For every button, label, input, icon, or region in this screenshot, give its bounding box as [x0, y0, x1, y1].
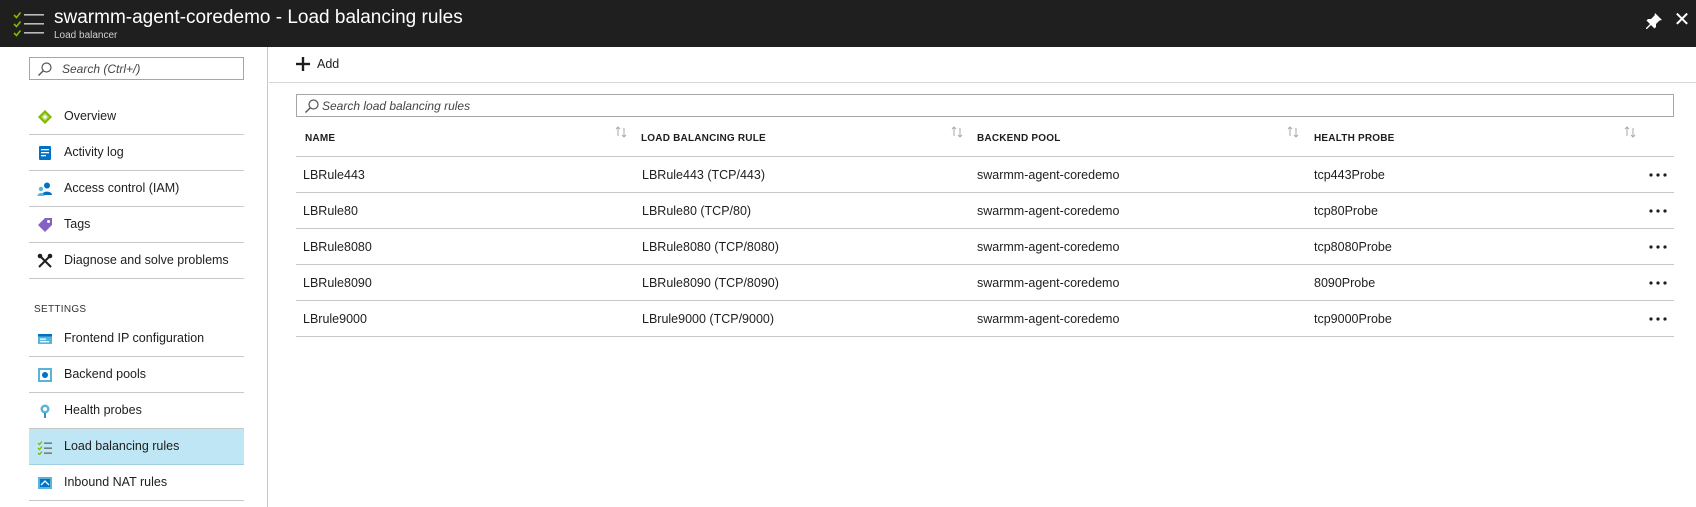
- sidebar-item-label: Access control (IAM): [64, 181, 180, 195]
- sidebar-item-activity-log[interactable]: Activity log: [29, 135, 244, 171]
- table-row[interactable]: LBrule9000 LBrule9000 (TCP/9000) swarmm-…: [296, 301, 1674, 337]
- plus-icon: [296, 57, 310, 71]
- table-row[interactable]: LBRule443 LBRule443 (TCP/443) swarmm-age…: [296, 157, 1674, 193]
- column-header-health-probe[interactable]: HEALTH PROBE: [1305, 119, 1642, 157]
- hamburger-checklist-icon[interactable]: [12, 10, 46, 38]
- search-icon: [38, 62, 52, 76]
- cell-backend-pool: swarmm-agent-coredemo: [977, 312, 1120, 326]
- sidebar-search[interactable]: [29, 57, 244, 80]
- cell-name: LBRule80: [303, 204, 358, 218]
- sidebar-item-access-control[interactable]: Access control (IAM): [29, 171, 244, 207]
- sidebar-item-overview[interactable]: Overview: [29, 99, 244, 135]
- sidebar-item-tags[interactable]: Tags: [29, 207, 244, 243]
- wrench-icon: [37, 253, 53, 268]
- cell-backend-pool: swarmm-agent-coredemo: [977, 276, 1120, 290]
- table-row[interactable]: LBRule80 LBRule80 (TCP/80) swarmm-agent-…: [296, 193, 1674, 229]
- cell-rule: LBRule443 (TCP/443): [642, 168, 765, 182]
- column-header-backend-pool[interactable]: BACKEND POOL: [968, 119, 1305, 157]
- close-icon[interactable]: ✕: [1672, 9, 1692, 31]
- cell-rule: LBRule8090 (TCP/8090): [642, 276, 779, 290]
- sort-icon[interactable]: [614, 126, 628, 138]
- sidebar-item-label: Overview: [64, 109, 117, 123]
- inbound-nat-icon: [38, 477, 52, 489]
- sidebar-item-label: Inbound NAT rules: [64, 475, 168, 489]
- rules-search[interactable]: [296, 94, 1674, 117]
- sidebar-item-load-balancing-rules[interactable]: Load balancing rules: [29, 429, 244, 465]
- cell-rule: LBrule9000 (TCP/9000): [642, 312, 775, 326]
- sidebar-item-label: Health probes: [64, 403, 142, 417]
- sidebar-item-label: Diagnose and solve problems: [64, 253, 229, 267]
- load-balancing-rules-icon: [37, 441, 52, 455]
- cell-name: LBRule443: [303, 168, 365, 182]
- cell-backend-pool: swarmm-agent-coredemo: [977, 240, 1120, 254]
- more-options-icon[interactable]: [1648, 273, 1668, 289]
- sidebar-item-label: Backend pools: [64, 367, 147, 381]
- cell-health-probe: tcp80Probe: [1314, 204, 1378, 218]
- frontend-ip-icon: [38, 334, 52, 344]
- sort-icon[interactable]: [950, 126, 964, 138]
- cell-rule: LBRule80 (TCP/80): [642, 204, 752, 218]
- main-content: Add NAME LOAD BALANCING RULE BACKEND POO…: [269, 47, 1696, 507]
- settings-section-label: SETTINGS: [34, 304, 87, 315]
- cell-backend-pool: swarmm-agent-coredemo: [977, 204, 1120, 218]
- sidebar-search-input[interactable]: [62, 60, 240, 77]
- backend-pool-icon: [38, 368, 52, 382]
- table-row[interactable]: LBRule8080 LBRule8080 (TCP/8080) swarmm-…: [296, 229, 1674, 265]
- cell-health-probe: tcp443Probe: [1314, 168, 1385, 182]
- cell-name: LBRule8080: [303, 240, 372, 254]
- cell-name: LBrule9000: [303, 312, 367, 326]
- sidebar-item-label: Frontend IP configuration: [64, 331, 205, 345]
- health-probe-icon: [40, 404, 50, 418]
- more-options-icon[interactable]: [1648, 201, 1668, 217]
- column-header-rule[interactable]: LOAD BALANCING RULE: [632, 119, 968, 157]
- cell-name: LBRule8090: [303, 276, 372, 290]
- access-control-icon: [37, 182, 52, 196]
- sidebar-item-label: Activity log: [64, 145, 124, 159]
- sort-icon[interactable]: [1623, 126, 1637, 138]
- sidebar-item-inbound-nat[interactable]: Inbound NAT rules: [29, 465, 244, 501]
- column-header-label: LOAD BALANCING RULE: [641, 133, 766, 144]
- sidebar-item-frontend-ip[interactable]: Frontend IP configuration: [29, 321, 244, 357]
- tag-icon: [38, 218, 52, 232]
- sidebar-item-label: Tags: [64, 217, 91, 231]
- cell-health-probe: tcp8080Probe: [1314, 240, 1392, 254]
- title-bar: swarmm-agent-coredemo - Load balancing r…: [0, 0, 1696, 47]
- column-header-label: NAME: [305, 133, 336, 144]
- overview-icon: [38, 110, 52, 124]
- page-subtitle: Load balancer: [54, 30, 118, 41]
- more-options-icon[interactable]: [1648, 237, 1668, 253]
- sidebar-item-label: Load balancing rules: [64, 439, 180, 453]
- table-header: NAME LOAD BALANCING RULE BACKEND POOL HE…: [296, 119, 1674, 157]
- page-title: swarmm-agent-coredemo - Load balancing r…: [54, 7, 463, 28]
- pin-icon[interactable]: [1644, 11, 1664, 31]
- sort-icon[interactable]: [1286, 126, 1300, 138]
- sidebar: Overview Activity log Access control (IA…: [0, 47, 268, 507]
- sidebar-item-diagnose[interactable]: Diagnose and solve problems: [29, 243, 244, 279]
- sidebar-item-health-probes[interactable]: Health probes: [29, 393, 244, 429]
- more-options-icon[interactable]: [1648, 165, 1668, 181]
- cell-health-probe: 8090Probe: [1314, 276, 1376, 290]
- search-icon: [305, 99, 319, 113]
- column-header-name[interactable]: NAME: [296, 119, 632, 157]
- table-row[interactable]: LBRule8090 LBRule8090 (TCP/8090) swarmm-…: [296, 265, 1674, 301]
- cell-health-probe: tcp9000Probe: [1314, 312, 1392, 326]
- add-button-label: Add: [317, 57, 340, 71]
- cell-backend-pool: swarmm-agent-coredemo: [977, 168, 1120, 182]
- column-header-label: HEALTH PROBE: [1314, 133, 1395, 144]
- cell-rule: LBRule8080 (TCP/8080): [642, 240, 779, 254]
- sidebar-item-backend-pools[interactable]: Backend pools: [29, 357, 244, 393]
- rules-search-input[interactable]: [322, 97, 1662, 114]
- more-options-icon[interactable]: [1648, 309, 1668, 325]
- activity-log-icon: [39, 146, 51, 160]
- column-header-label: BACKEND POOL: [977, 133, 1061, 144]
- command-bar: Add: [269, 47, 1696, 83]
